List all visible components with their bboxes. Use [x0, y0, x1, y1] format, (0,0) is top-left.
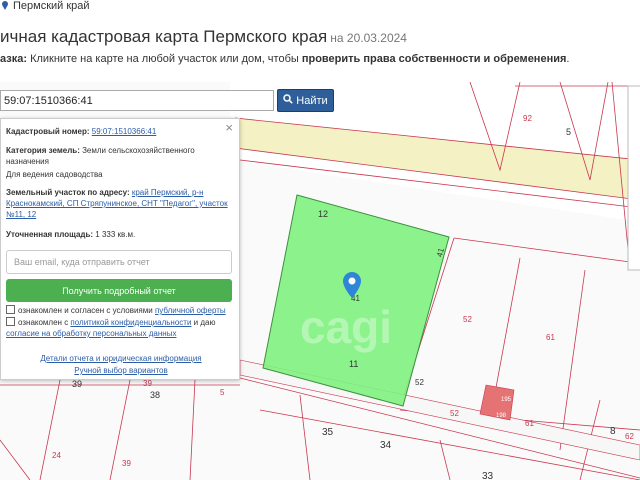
consent2-mid: и даю [191, 318, 216, 327]
map-label: 5 [220, 388, 225, 397]
search-icon [283, 94, 294, 107]
map-label: 5 [566, 127, 572, 137]
map-label: 35 [322, 427, 334, 438]
cadastral-number-link[interactable]: 59:07:1510366:41 [92, 127, 157, 136]
area-row: Уточненная площадь: 1 333 кв.м. [6, 229, 234, 240]
usage-value: Для ведения садоводства [6, 170, 103, 179]
map-label: 34 [380, 440, 392, 451]
offer-checkbox[interactable] [6, 305, 15, 314]
region-breadcrumb[interactable]: Пермский край [0, 0, 90, 12]
consent2-text: ознакомлен с [18, 318, 71, 327]
map-label: 24 [52, 451, 61, 460]
map-label: 61 [525, 419, 534, 428]
personal-data-link[interactable]: согласие на обработку персональных данны… [6, 329, 176, 338]
consent-offer-row[interactable]: ознакомлен и согласен с условиями публич… [6, 305, 234, 316]
category-row: Категория земель: Земли сельскохозяйстве… [6, 145, 234, 167]
hint-bold: проверить права собственности и обремене… [301, 53, 567, 65]
map-label: 62 [625, 432, 634, 441]
privacy-link[interactable]: политикой конфиденциальности [70, 318, 191, 327]
find-button[interactable]: Найти [277, 89, 334, 112]
map-label: 195 [501, 397, 512, 403]
map-label: 12 [318, 209, 329, 219]
region-label: Пермский край [13, 0, 90, 12]
map-label: 33 [482, 471, 494, 480]
map-label: 92 [523, 114, 532, 123]
map-label: 198 [496, 413, 507, 419]
map-label: 11 [349, 359, 359, 369]
map-label: 52 [463, 315, 472, 324]
page-title: ичная кадастровая карта Пермского края на… [0, 27, 407, 47]
category-label: Категория земель: [6, 146, 80, 155]
map-label: 8 [610, 426, 616, 437]
address-label: Земельный участок по адресу: [6, 188, 130, 197]
email-field[interactable]: Ваш email, куда отправить отчет [6, 250, 232, 274]
layers-panel-edge [627, 85, 640, 271]
map-label: 52 [450, 409, 459, 418]
map-label: 39 [72, 379, 83, 389]
consent-privacy-row[interactable]: ознакомлен с политикой конфиденциальност… [6, 317, 234, 339]
privacy-checkbox[interactable] [6, 317, 15, 326]
find-button-label: Найти [296, 94, 328, 107]
map-label: 61 [546, 333, 555, 342]
map-label: 38 [150, 390, 161, 400]
parcel-info-card: × Кадастровый номер: 59:07:1510366:41 Ка… [0, 118, 240, 380]
details-link[interactable]: Детали отчета и юридическая информация [1, 354, 241, 363]
area-label: Уточненная площадь: [6, 230, 94, 239]
hint-end: . [566, 53, 570, 65]
manual-select-link[interactable]: Ручной выбор вариантов [1, 366, 241, 375]
consent1-text: ознакомлен и согласен с условиями [18, 306, 155, 315]
offer-link[interactable]: публичной оферты [155, 306, 226, 315]
cadastral-row: Кадастровый номер: 59:07:1510366:41 [6, 126, 234, 137]
hint-text: азка: Кликните на карте на любой участок… [0, 53, 569, 65]
map-label: 52 [415, 378, 424, 387]
cadastral-label: Кадастровый номер: [6, 127, 90, 136]
address-row: Земельный участок по адресу: край Пермск… [6, 187, 234, 220]
map-marker-icon [0, 0, 10, 10]
hint-body: Кликните на карте на любой участок или д… [27, 53, 302, 65]
page-title-text: ичная кадастровая карта Пермского края [0, 27, 328, 46]
page-date: на 20.03.2024 [330, 31, 407, 45]
cadastral-search-input[interactable] [0, 90, 274, 111]
hint-prefix: азка: [0, 53, 28, 65]
get-report-button[interactable]: Получить подробный отчет [6, 279, 232, 302]
map-label: 39 [122, 459, 131, 468]
map-label: 39 [143, 379, 152, 388]
map-watermark: cagi [300, 301, 393, 353]
area-value: 1 333 кв.м. [95, 230, 136, 239]
